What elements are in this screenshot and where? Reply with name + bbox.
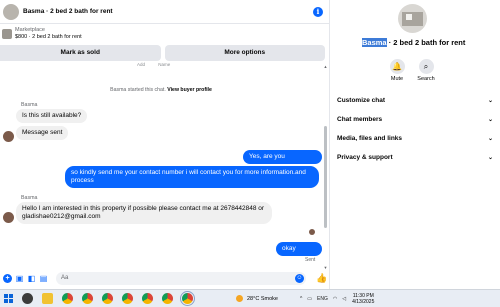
bell-icon[interactable]: 🔔 [389,59,405,74]
wifi-icon[interactable]: ◠ [333,296,337,302]
chrome-icon[interactable] [122,293,133,304]
system-note: Basma started this chat. View buyer prof… [0,87,322,93]
battery-icon[interactable]: ▭ [307,296,312,302]
section-privacy-support[interactable]: Privacy & support ⌄ [337,154,497,161]
search-label: Search [417,76,435,82]
sender-name: Basma [21,102,38,108]
search-action[interactable]: ⌕ Search [414,59,438,82]
message-line: Hello I am interested in this property i… [22,205,265,212]
listing-actions: Mark as sold More options [0,45,329,61]
chevron-down-icon: ⌄ [487,136,493,142]
sender-name: Basma [21,195,38,201]
chat-title[interactable]: Basma · 2 bed 2 bath for rent [23,8,313,15]
gif-icon[interactable]: ▤ [39,274,48,283]
selected-text[interactable]: Basma [362,38,387,47]
message-line: gladishae0212@gmail.com [22,213,101,220]
chat-header: Basma · 2 bed 2 bath for rent i [0,0,329,24]
language-indicator[interactable]: ENG [317,296,328,302]
chrome-icon[interactable] [62,293,73,304]
clock[interactable]: 11:30 PM 4/13/2025 [352,293,374,305]
sender-avatar[interactable] [3,212,14,223]
message-bubble-incoming[interactable]: Message sent [16,126,69,140]
listing-price-title: $800 · 2 bed 2 bath for rent [15,34,82,40]
cutoff-label-name: Name [158,62,171,67]
listing-source: Marketplace [15,27,45,33]
windows-start-icon[interactable] [4,294,13,303]
message-bubble-incoming[interactable]: Hello I am interested in this property i… [16,202,272,224]
info-icon[interactable]: i [313,6,323,17]
chrome-icon[interactable] [162,293,173,304]
message-bubble-outgoing[interactable]: so kindly send me your contact number i … [65,166,319,188]
message-bubble-outgoing[interactable]: okay thanks [276,242,322,266]
message-input[interactable]: Aa ☺ [56,271,306,285]
search-icon[interactable]: ⌕ [418,59,434,74]
mute-action[interactable]: 🔔 Mute [385,59,409,82]
chat-scrollbar[interactable]: ▲ ▼ [323,64,328,270]
listing-avatar[interactable] [398,4,427,33]
mute-label: Mute [390,76,404,82]
taskbar: 28°C Smoke ^ ▭ ENG ◠ ◁ 11:30 PM 4/13/202… [0,289,500,307]
section-media-files-links[interactable]: Media, files and links ⌄ [337,135,497,142]
section-chat-members[interactable]: Chat members ⌄ [337,116,497,123]
chevron-up-icon[interactable]: ^ [300,296,302,302]
chevron-down-icon: ⌄ [487,117,493,123]
cutoff-label-add: Add [137,62,146,67]
system-tray: ^ ▭ ENG ◠ ◁ [300,296,346,302]
search-taskbar-icon[interactable] [22,293,33,304]
file-explorer-icon[interactable] [42,293,53,304]
contact-avatar[interactable] [3,3,19,20]
message-list: Add Name Basma started this chat. View b… [0,62,322,268]
section-customize-chat[interactable]: Customize chat ⌄ [337,97,497,104]
listing-thumbnail [2,29,12,39]
chat-pane: Basma · 2 bed 2 bath for rent i Marketpl… [0,0,330,289]
message-line: process [71,177,94,184]
message-bubble-incoming[interactable]: Is this still available? [16,109,88,123]
weather-text: 28°C Smoke [247,295,278,302]
weather-widget[interactable]: 28°C Smoke [236,295,278,302]
info-title: Basma · 2 bed 2 bath for rent [362,38,465,47]
chrome-icon[interactable] [102,293,113,304]
message-bubble-outgoing[interactable]: Yes, are you interested? [243,150,322,174]
chevron-down-icon: ⌄ [487,155,493,161]
plus-icon[interactable]: + [3,273,12,283]
system-note-text: Basma started this chat. [110,87,166,93]
volume-icon[interactable]: ◁ [342,296,346,302]
info-title-rest: · 2 bed 2 bath for rent [386,38,466,47]
more-options-button[interactable]: More options [164,45,325,61]
cutoff-labels: Add Name [137,62,182,67]
scroll-up-arrow[interactable]: ▲ [323,64,328,69]
like-icon[interactable]: 👍 [316,273,327,284]
view-buyer-profile-link[interactable]: View buyer profile [167,87,212,93]
message-input-placeholder: Aa [61,274,69,281]
message-composer: + ▣ ◧ ▤ Aa ☺ 👍 [0,268,330,288]
scroll-thumb[interactable] [324,126,327,228]
emoji-icon[interactable]: ☺ [295,273,304,283]
mark-as-sold-button[interactable]: Mark as sold [0,45,161,61]
image-icon[interactable]: ▣ [15,274,24,283]
sent-status: Sent [305,257,316,263]
sticker-icon[interactable]: ◧ [27,274,36,283]
chrome-icon[interactable] [180,291,195,306]
sun-icon [236,295,243,302]
seen-avatar [309,229,315,235]
clock-time: 11:30 PM [352,292,374,299]
listing-card[interactable]: Marketplace $800 · 2 bed 2 bath for rent [0,24,329,44]
clock-date: 4/13/2025 [352,298,375,305]
chrome-icon[interactable] [82,293,93,304]
chrome-icon[interactable] [142,293,153,304]
chat-info-pane: Basma · 2 bed 2 bath for rent 🔔 Mute ⌕ S… [330,0,500,289]
sender-avatar[interactable] [3,131,14,142]
chevron-down-icon: ⌄ [487,98,493,104]
message-line: so kindly send me your contact number i … [71,169,306,176]
